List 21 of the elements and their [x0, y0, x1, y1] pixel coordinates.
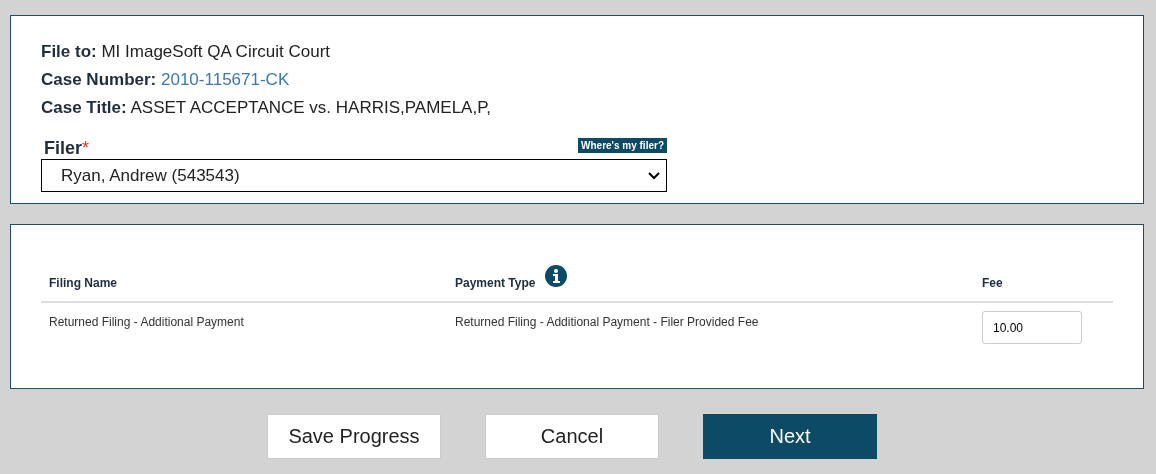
next-button[interactable]: Next: [703, 414, 877, 459]
filer-select[interactable]: Ryan, Andrew (543543): [41, 159, 667, 192]
column-header: Filing Name: [49, 276, 117, 290]
table-cell: Returned Filing - Additional Payment: [49, 315, 244, 329]
fee-input[interactable]: 10.00: [982, 311, 1082, 344]
action-button[interactable]: Cancel: [485, 414, 659, 459]
help-button[interactable]: Where's my filer?: [578, 138, 667, 153]
column-header: Payment Type: [455, 276, 536, 290]
field-label: Case Number:: [41, 70, 157, 89]
action-button[interactable]: Save Progress: [267, 414, 441, 459]
field-value: MI ImageSoft QA Circuit Court: [101, 42, 331, 61]
chevron-down-icon: [648, 171, 660, 180]
required-mark: *: [82, 138, 90, 158]
column-header: Fee: [982, 276, 1003, 290]
field-label: Case Title:: [41, 98, 127, 117]
field-value: ASSET ACCEPTANCE vs. HARRIS,PAMELA,P,: [130, 98, 492, 117]
info-icon[interactable]: [545, 265, 568, 287]
field-label: File to:: [41, 42, 97, 61]
filer-label: Filer: [44, 138, 82, 158]
table-cell: Returned Filing - Additional Payment - Filer Provided Fee: [455, 315, 759, 329]
case-number-link[interactable]: 2010-115671-CK: [161, 70, 290, 89]
